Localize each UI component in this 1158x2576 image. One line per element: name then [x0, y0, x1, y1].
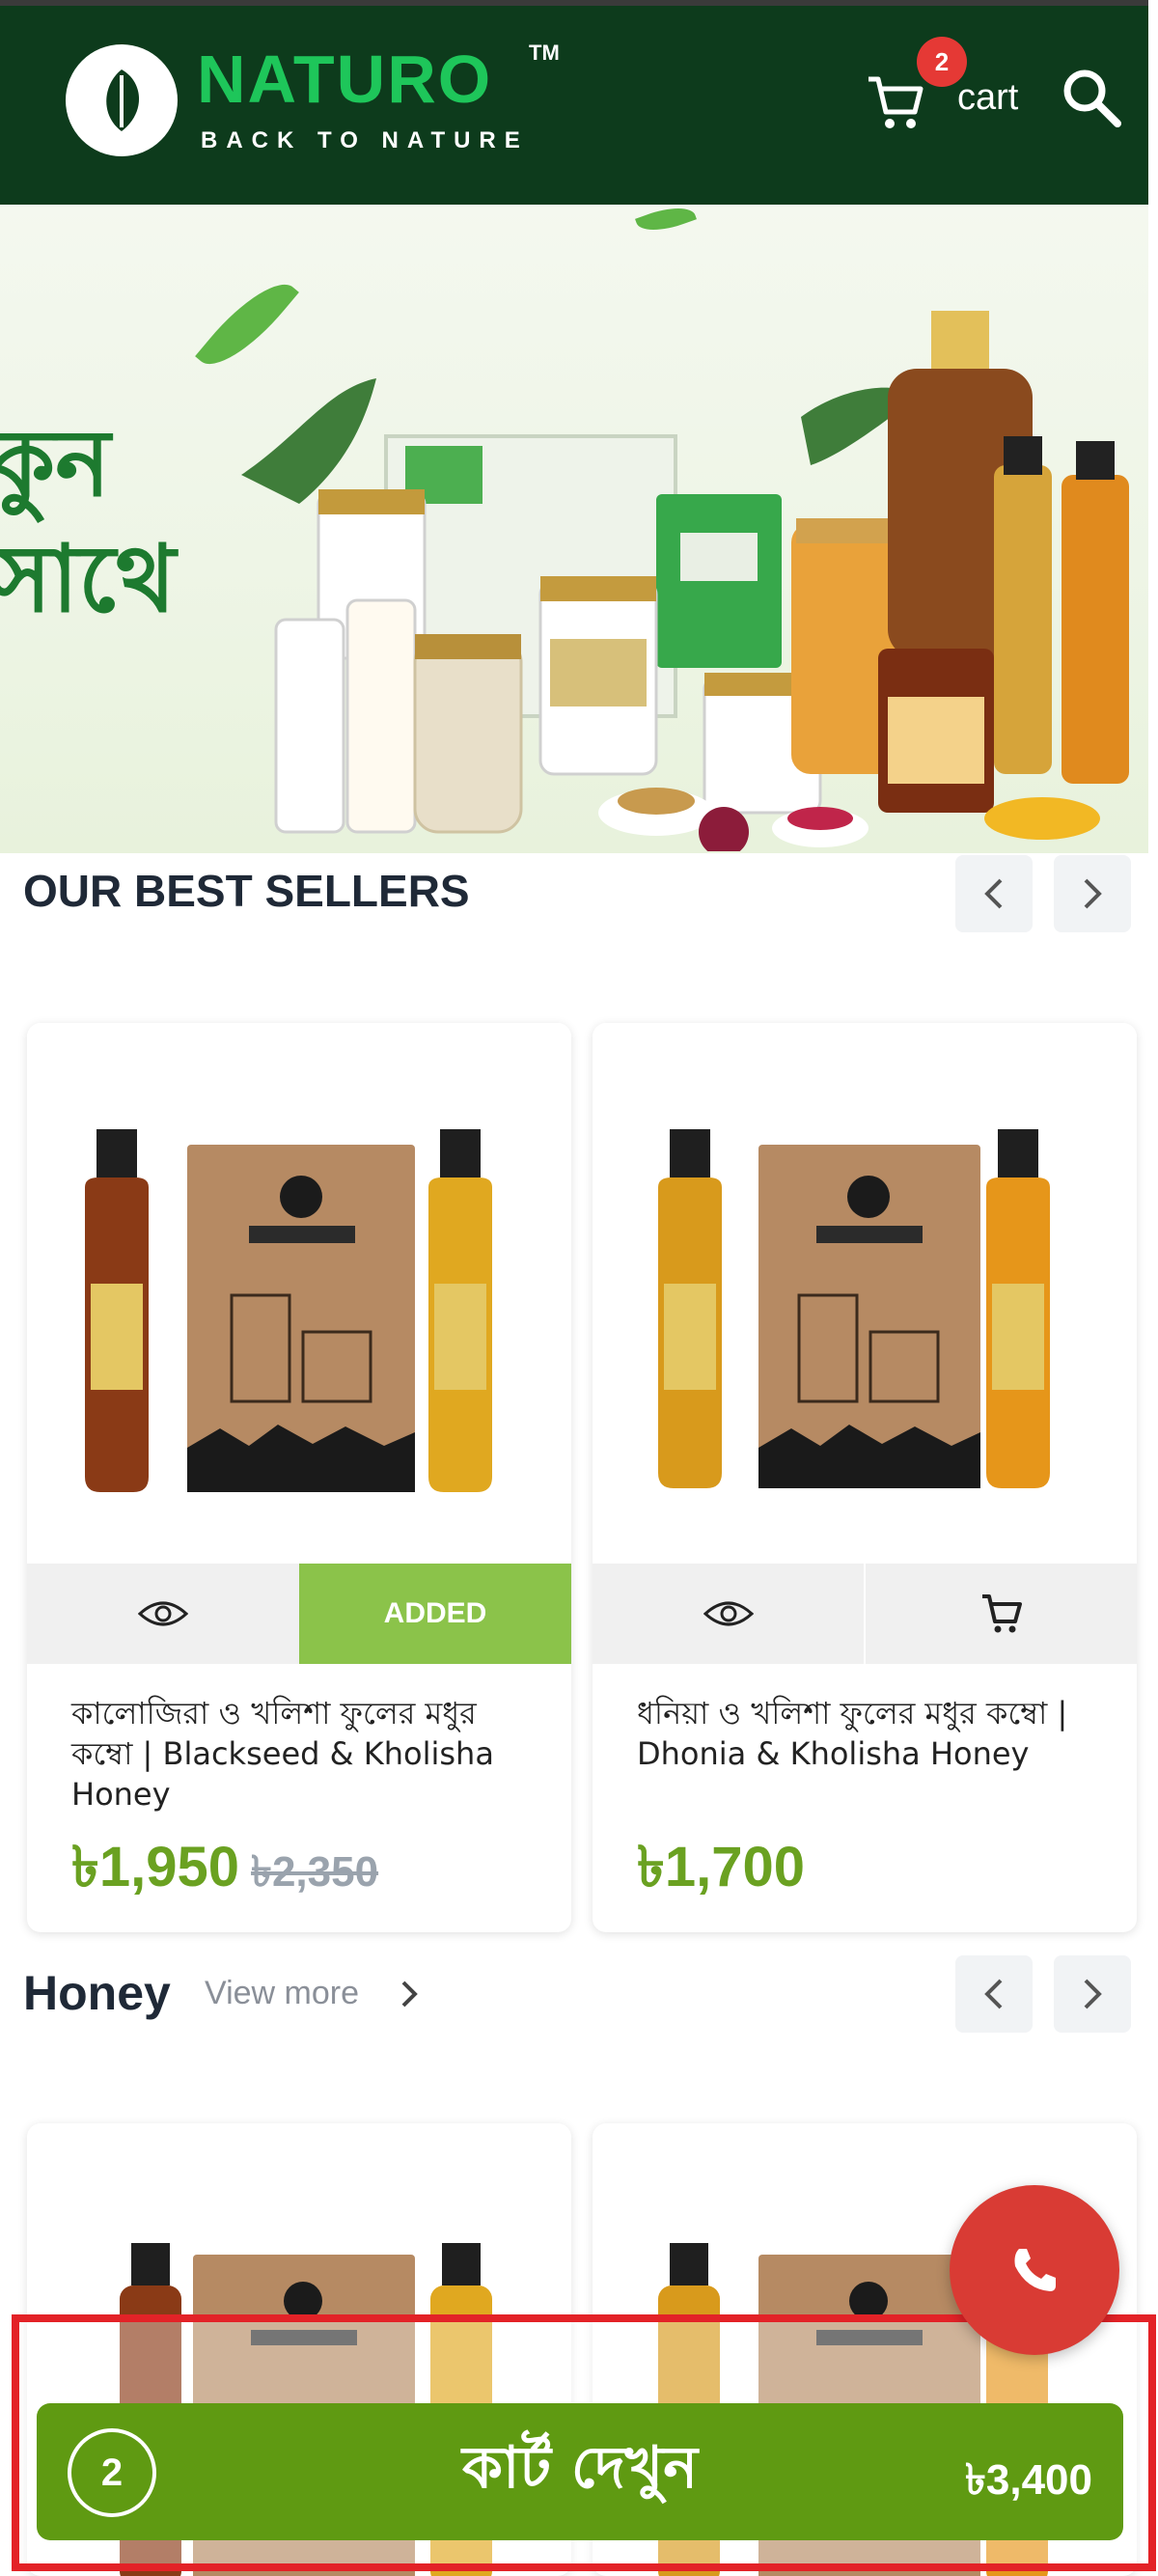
view-more-link[interactable]: View more: [205, 1975, 359, 2012]
honey-section-title: Honey: [23, 1966, 171, 2020]
view-cart-bar-button[interactable]: 2 কার্ট দেখুন ৳3,400: [37, 2403, 1123, 2540]
brand-tagline: BACK TO NATURE: [201, 127, 529, 153]
cart-icon: [865, 73, 926, 136]
product-name[interactable]: ধনিয়া ও খলিশা ফুলের মধুর কম্বো | Dhonia…: [637, 1693, 1100, 1774]
cart-total: ৳3,400: [964, 2456, 1092, 2504]
banner-text: কুন সাথে: [0, 409, 176, 633]
chevron-right-icon[interactable]: [398, 1975, 423, 2018]
best-sellers-next-button[interactable]: [1054, 855, 1131, 932]
added-to-cart-button[interactable]: ADDED: [299, 1564, 571, 1664]
hero-banner[interactable]: কুন সাথে: [0, 205, 1148, 853]
chevron-left-icon: [984, 1979, 1003, 2009]
old-price: ৳2,350: [251, 1848, 379, 1896]
cart-icon: [981, 1594, 1022, 1633]
eye-icon: [138, 1601, 188, 1626]
product-card[interactable]: ধনিয়া ও খলিশা ফুলের মধুর কম্বো | Dhonia…: [593, 1023, 1137, 1932]
header-cart-button[interactable]: 2 cart: [865, 37, 1038, 141]
honey-next-button[interactable]: [1054, 1955, 1131, 2033]
product-card[interactable]: ADDED কালোজিরা ও খলিশা ফুলের মধুর কম্বো …: [27, 1023, 571, 1932]
product-price: ৳1,950 ৳2,350: [71, 1824, 378, 1918]
product-price: ৳1,700: [637, 1836, 806, 1898]
eye-icon: [703, 1601, 754, 1626]
chevron-right-icon: [1084, 1979, 1102, 2009]
search-icon[interactable]: [1060, 66, 1127, 133]
product-actions: ADDED: [27, 1564, 571, 1664]
view-cart-label: কার্ট দেখুন: [461, 2434, 699, 2502]
call-button[interactable]: [950, 2185, 1119, 2355]
add-to-cart-button[interactable]: [864, 1564, 1137, 1664]
product-actions: [593, 1564, 1137, 1664]
best-sellers-title: OUR BEST SELLERS: [23, 866, 470, 916]
site-header: NATURO TM BACK TO NATURE 2 cart: [0, 6, 1148, 205]
quick-view-button[interactable]: [27, 1564, 299, 1664]
phone-icon: [1014, 2249, 1056, 2291]
quick-view-button[interactable]: [593, 1564, 864, 1664]
honey-prev-button[interactable]: [955, 1955, 1033, 2033]
chevron-right-icon: [1084, 878, 1102, 909]
product-name[interactable]: কালোজিরা ও খলিশা ফুলের মধুর কম্বো | Blac…: [71, 1693, 535, 1814]
banner-leaf: [635, 205, 697, 239]
logo-leaf-icon[interactable]: [66, 44, 178, 156]
product-image[interactable]: [593, 1023, 1137, 1564]
banner-products-illustration: [241, 311, 1129, 851]
product-image[interactable]: [27, 1023, 571, 1564]
trademark-mark: TM: [529, 41, 560, 65]
cart-label: cart: [957, 77, 1019, 118]
chevron-left-icon: [984, 878, 1003, 909]
brand-name[interactable]: NATURO: [197, 41, 492, 118]
current-price: ৳1,950: [71, 1836, 240, 1898]
best-sellers-prev-button[interactable]: [955, 855, 1033, 932]
